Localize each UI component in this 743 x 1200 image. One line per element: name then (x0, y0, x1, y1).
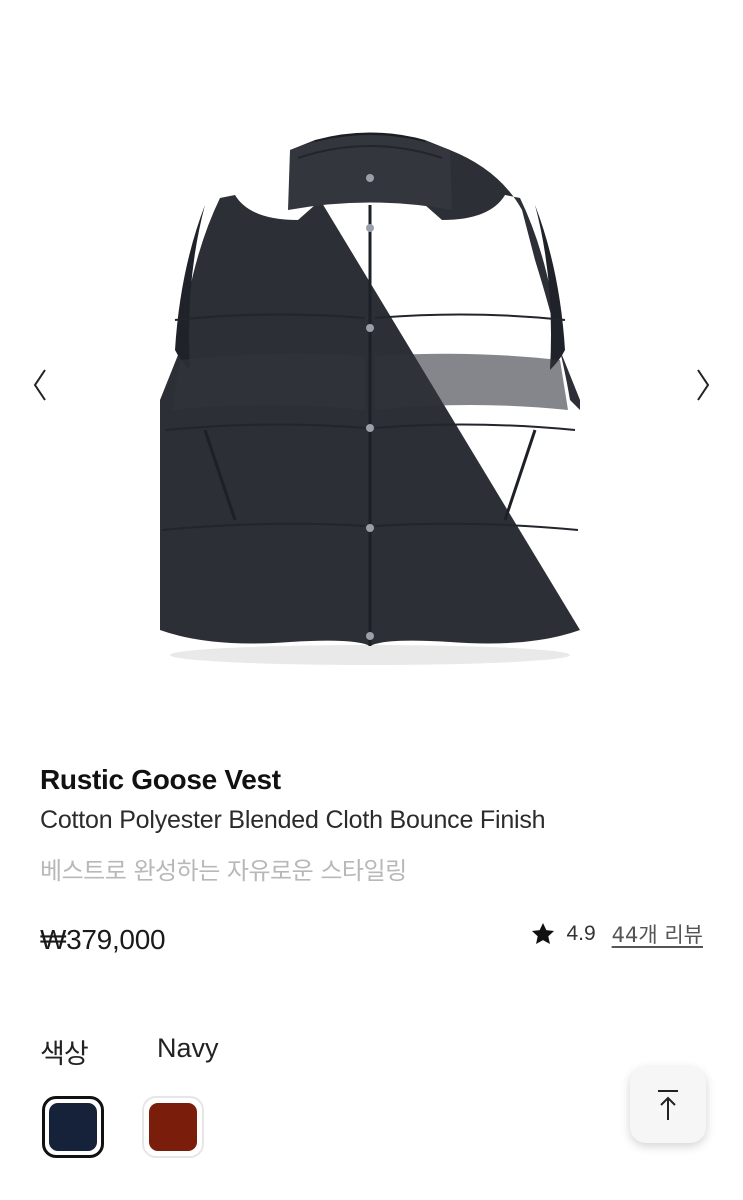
chevron-right-icon (697, 369, 710, 401)
color-swatch-brown[interactable] (142, 1096, 204, 1158)
reviews-link[interactable]: 44개 리뷰 (612, 919, 703, 949)
rating-value: 4.9 (566, 922, 596, 945)
rating-summary: 4.9 44개 리뷰 (530, 918, 703, 950)
product-image-carousel[interactable] (0, 0, 743, 740)
carousel-next-button[interactable] (688, 365, 718, 405)
color-label: 색상 (40, 1039, 89, 1070)
chevron-left-icon (33, 369, 46, 401)
arrow-up-to-top-icon (658, 1090, 678, 1120)
swatch-fill (49, 1103, 97, 1151)
color-swatch-navy[interactable] (42, 1096, 104, 1158)
scroll-to-top-button[interactable] (630, 1067, 706, 1143)
swatch-fill (149, 1103, 197, 1151)
product-tagline: 베스트로 완성하는 자유로운 스타일링 (40, 857, 407, 885)
selected-color-name: Navy (157, 1033, 219, 1063)
product-title: Rustic Goose Vest (40, 764, 281, 795)
product-image (160, 132, 580, 665)
star-icon (532, 922, 555, 944)
carousel-prev-button[interactable] (25, 365, 55, 405)
product-subtitle: Cotton Polyester Blended Cloth Bounce Fi… (40, 806, 546, 834)
product-price: ₩379,000 (40, 924, 166, 955)
